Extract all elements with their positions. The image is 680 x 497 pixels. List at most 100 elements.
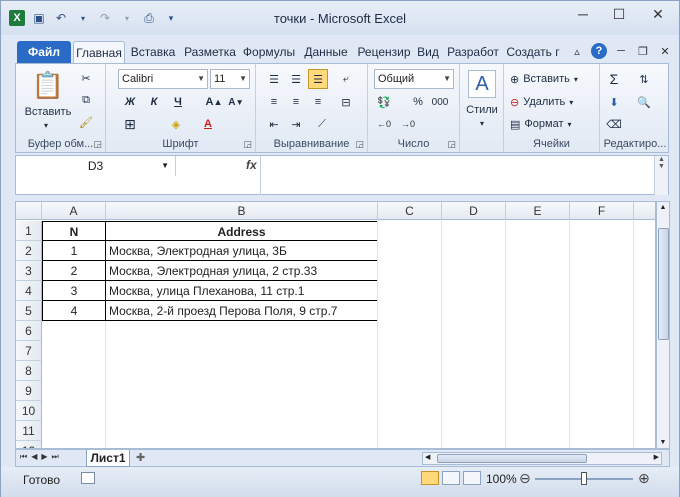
column-header[interactable]: B <box>106 202 378 220</box>
collapse-ribbon-icon[interactable]: ▵ <box>569 43 585 59</box>
macro-record-icon[interactable] <box>81 472 95 484</box>
align-center-icon[interactable]: ≡ <box>286 92 306 112</box>
doc-minimize-icon[interactable]: ─ <box>613 43 629 59</box>
number-launcher-icon[interactable]: ◲ <box>447 139 456 150</box>
column-header[interactable]: F <box>570 202 634 220</box>
select-all-corner[interactable] <box>16 202 42 220</box>
decrease-indent-icon[interactable]: ⇤ <box>264 114 284 134</box>
zoom-level[interactable]: 100% <box>486 472 517 486</box>
formula-input[interactable] <box>260 156 654 195</box>
alignment-launcher-icon[interactable]: ◲ <box>355 139 364 150</box>
paste-button[interactable]: Вставить <box>20 104 76 120</box>
decrease-font-icon[interactable]: A ▼ <box>226 92 246 112</box>
tab-home[interactable]: Главная <box>73 41 125 63</box>
zoom-slider-knob[interactable] <box>581 472 587 485</box>
cell-B4[interactable]: Москва, улица Плеханова, 11 стр.1 <box>106 281 378 301</box>
vertical-scrollbar[interactable]: ▲ ▼ <box>656 201 670 449</box>
close-icon[interactable]: ✕ <box>637 1 679 27</box>
number-format-combo[interactable]: Общий ▼ <box>374 69 454 89</box>
zoom-out-icon[interactable]: ⊖ <box>519 470 531 487</box>
clipboard-launcher-icon[interactable]: ◲ <box>93 139 102 150</box>
vertical-scroll-thumb[interactable] <box>658 228 669 340</box>
increase-decimal-icon[interactable]: ←0 <box>374 114 394 134</box>
align-left-icon[interactable]: ≡ <box>264 92 284 112</box>
cell-A5[interactable]: 4 <box>42 301 106 321</box>
formula-expand-icon[interactable]: ▲ ▼ <box>654 156 668 195</box>
first-sheet-icon[interactable]: ⏮ <box>20 452 27 462</box>
tab-view[interactable]: Вид <box>415 41 441 63</box>
cell-B1[interactable]: Address <box>106 221 378 241</box>
row-header[interactable]: 2 <box>16 241 42 261</box>
row-header[interactable]: 12 <box>16 441 42 448</box>
cell-A2[interactable]: 1 <box>42 241 106 261</box>
scroll-left-icon[interactable]: ◀ <box>425 453 430 461</box>
cut-icon[interactable]: ✂ <box>76 68 96 88</box>
next-sheet-icon[interactable]: ▶ <box>41 452 47 462</box>
cell-B5[interactable]: Москва, 2-й проезд Перова Поля, 9 стр.7 <box>106 301 378 321</box>
find-select-icon[interactable]: 🔍 <box>634 92 654 112</box>
prev-sheet-icon[interactable]: ◀ <box>31 452 37 462</box>
scroll-up-icon[interactable]: ▲ <box>657 204 669 211</box>
increase-font-icon[interactable]: A ▲ <box>204 92 224 112</box>
doc-close-icon[interactable]: ✕ <box>657 43 673 59</box>
clear-icon[interactable]: ⌫ <box>604 114 624 134</box>
italic-button[interactable]: К <box>144 92 164 112</box>
styles-icon[interactable]: A <box>468 70 496 98</box>
thousands-button[interactable]: 000 <box>430 92 450 112</box>
align-right-icon[interactable]: ≡ <box>308 92 328 112</box>
styles-dropdown-icon[interactable]: ▾ <box>474 118 490 128</box>
font-color-icon[interactable]: A <box>198 114 218 134</box>
increase-indent-icon[interactable]: ⇥ <box>286 114 306 134</box>
row-header[interactable]: 5 <box>16 301 42 321</box>
underline-button[interactable]: Ч <box>168 92 188 112</box>
insert-sheet-icon[interactable]: ✚ <box>136 451 145 464</box>
percent-button[interactable]: % <box>408 92 428 112</box>
cell-B2[interactable]: Москва, Электродная улица, 3Б <box>106 241 378 261</box>
delete-cells-button[interactable]: ⊖ Удалить ▾ <box>510 92 598 112</box>
cell-A1[interactable]: N <box>42 221 106 241</box>
format-cells-button[interactable]: ▤ Формат ▾ <box>510 114 598 134</box>
fill-color-icon[interactable]: ◈ <box>166 114 186 134</box>
maximize-icon[interactable]: ☐ <box>601 1 637 27</box>
tab-insert[interactable]: Вставка <box>129 41 177 63</box>
align-top-icon[interactable]: ☰ <box>264 69 284 89</box>
font-launcher-icon[interactable]: ◲ <box>243 139 252 150</box>
column-header[interactable]: D <box>442 202 506 220</box>
insert-cells-button[interactable]: ⊕ Вставить ▾ <box>510 69 598 89</box>
zoom-in-icon[interactable]: ⊕ <box>638 470 650 487</box>
column-header[interactable]: E <box>506 202 570 220</box>
tab-data[interactable]: Данные <box>299 41 353 63</box>
tab-file[interactable]: Файл <box>17 41 71 63</box>
column-header-empty[interactable] <box>634 202 655 220</box>
row-header[interactable]: 1 <box>16 221 42 241</box>
decrease-decimal-icon[interactable]: →0 <box>398 114 418 134</box>
align-middle-icon[interactable]: ☰ <box>286 69 306 89</box>
tab-review[interactable]: Рецензир <box>355 41 413 63</box>
column-header[interactable]: A <box>42 202 106 220</box>
font-name-combo[interactable]: Calibri ▼ <box>118 69 208 89</box>
copy-icon[interactable]: ⧉ <box>76 90 96 110</box>
styles-button[interactable]: Стили <box>460 102 504 118</box>
cell-A3[interactable]: 2 <box>42 261 106 281</box>
currency-icon[interactable]: 💱 <box>374 92 394 112</box>
bold-button[interactable]: Ж <box>120 92 140 112</box>
page-layout-view-icon[interactable] <box>442 471 460 485</box>
cell-B3[interactable]: Москва, Электродная улица, 2 стр.33 <box>106 261 378 281</box>
horizontal-scroll-thumb[interactable] <box>437 454 587 463</box>
row-header[interactable]: 11 <box>16 421 42 441</box>
cell-A4[interactable]: 3 <box>42 281 106 301</box>
tab-formulas[interactable]: Формулы <box>241 41 297 63</box>
sheet-tab[interactable]: Лист1 <box>86 450 130 467</box>
normal-view-icon[interactable] <box>421 471 439 485</box>
row-header[interactable]: 3 <box>16 261 42 281</box>
autosum-icon[interactable]: Σ <box>604 69 624 89</box>
fill-icon[interactable]: ⬇ <box>604 92 624 112</box>
minimize-icon[interactable]: ─ <box>565 1 601 27</box>
paste-dropdown-icon[interactable]: ▾ <box>36 120 56 130</box>
name-box[interactable]: D3 ▼ <box>16 156 176 176</box>
horizontal-scrollbar[interactable]: ◀ ▶ <box>422 452 662 465</box>
paste-icon[interactable]: 📋 <box>28 68 68 102</box>
doc-restore-icon[interactable]: ❐ <box>635 43 651 59</box>
row-header[interactable]: 10 <box>16 401 42 421</box>
worksheet-grid[interactable]: A B C D E F 1 2 3 4 5 6 7 8 9 10 11 12 N… <box>15 201 656 449</box>
